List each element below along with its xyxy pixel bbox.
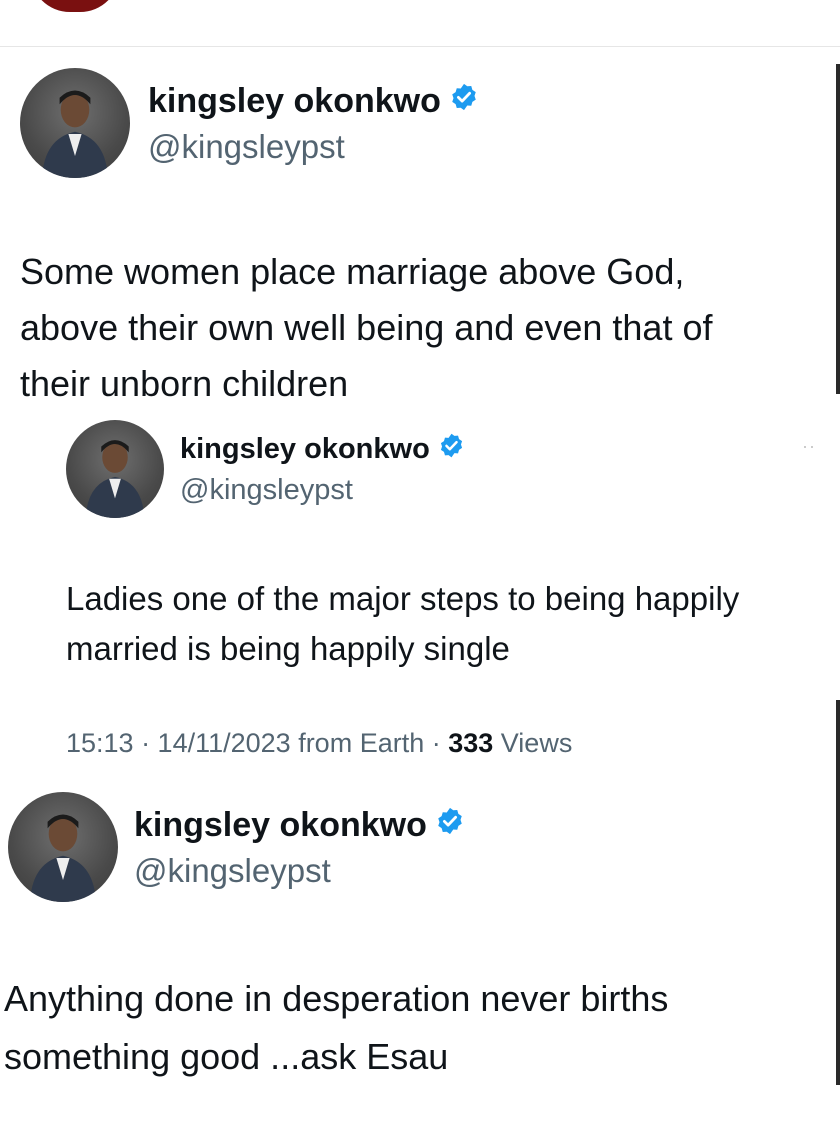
view-count: 333 <box>448 728 494 758</box>
verified-badge-icon <box>449 82 479 121</box>
previous-avatar <box>30 0 120 12</box>
scroll-edge <box>836 700 840 1085</box>
display-name[interactable]: kingsley okonkwo <box>148 82 479 121</box>
display-name-text: kingsley okonkwo <box>134 806 427 844</box>
avatar[interactable] <box>66 420 164 518</box>
display-name-text: kingsley okonkwo <box>180 433 430 465</box>
display-name[interactable]: kingsley okonkwo <box>180 432 465 467</box>
tweet-text: Some women place marriage above God, abo… <box>20 251 713 404</box>
display-name-text: kingsley okonkwo <box>148 82 441 120</box>
scroll-edge <box>836 64 840 394</box>
handle[interactable]: @kingsleypst <box>148 128 345 166</box>
views-label: Views <box>493 728 573 758</box>
tweet-text: Anything done in desperation never birth… <box>4 978 669 1077</box>
more-options-icon[interactable]: ·· <box>802 436 816 457</box>
verified-badge-icon <box>435 806 465 845</box>
tweet-text: Ladies one of the major steps to being h… <box>66 580 740 667</box>
avatar[interactable] <box>20 68 130 178</box>
divider <box>0 46 840 47</box>
tweet-metadata: 15:13 · 14/11/2023 from Earth · 333 View… <box>66 728 572 759</box>
avatar[interactable] <box>8 792 118 902</box>
verified-badge-icon <box>438 432 465 467</box>
display-name[interactable]: kingsley okonkwo <box>134 806 465 845</box>
timestamp[interactable]: 15:13 · 14/11/2023 from Earth · <box>66 728 448 758</box>
handle[interactable]: @kingsleypst <box>180 474 353 507</box>
handle[interactable]: @kingsleypst <box>134 852 331 890</box>
